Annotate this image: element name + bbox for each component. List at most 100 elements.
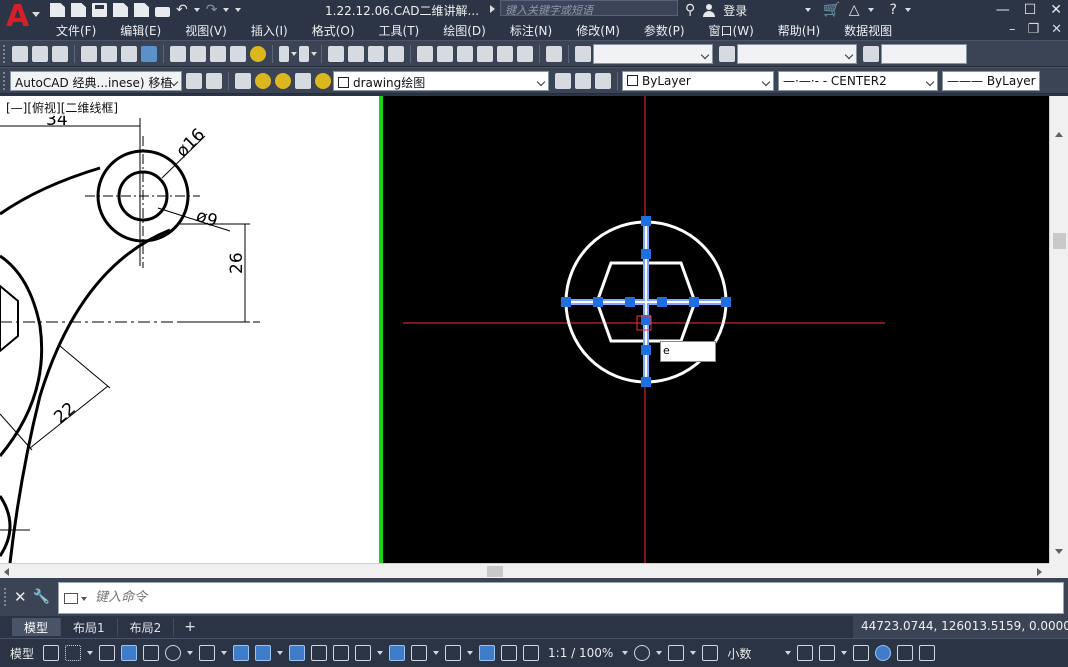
units-icon[interactable] <box>702 645 719 661</box>
scroll-up-icon[interactable] <box>1055 132 1063 137</box>
horizontal-scrollbar[interactable] <box>0 563 1049 578</box>
selection-filter-icon[interactable] <box>411 645 428 661</box>
help-icon[interactable] <box>546 45 562 62</box>
reference-drawing-panel[interactable]: 34 ø16 ø9 26 22 [—][俯视][二维线框] <box>0 96 379 563</box>
dim-style-combo[interactable] <box>737 43 857 64</box>
app-dropdown-icon[interactable] <box>867 8 874 12</box>
layer-combo[interactable]: drawing绘图 <box>333 70 549 91</box>
3d-osnap-icon[interactable] <box>355 645 372 661</box>
layer-thaw-sun-icon[interactable] <box>275 72 291 89</box>
close-icon[interactable]: ✕ <box>14 588 27 606</box>
sheet-set-icon[interactable] <box>477 45 493 62</box>
wrench-icon[interactable]: 🔧 <box>33 589 50 605</box>
menu-window[interactable]: 窗口(W) <box>697 22 766 39</box>
workspace-switching-gear-icon[interactable] <box>634 645 651 661</box>
grip-center-right[interactable] <box>657 297 667 307</box>
customize-qat-icon[interactable] <box>235 8 242 12</box>
copy-icon[interactable] <box>190 45 206 62</box>
binoculars-icon[interactable]: ⚲ <box>685 2 695 18</box>
linetype-combo[interactable]: —·—·- - CENTER2 <box>778 70 938 91</box>
close-icon[interactable]: ✕ <box>1050 2 1062 18</box>
undo-dropdown-icon[interactable] <box>291 51 297 56</box>
color-combo[interactable]: ByLayer <box>622 70 774 91</box>
paste-icon[interactable] <box>210 45 226 62</box>
doc-minimize-icon[interactable]: – <box>1009 22 1016 37</box>
paste-block-icon[interactable] <box>230 45 246 62</box>
text-style-icon[interactable] <box>575 45 591 62</box>
save-as-icon[interactable] <box>113 3 128 17</box>
polar-dropdown-icon[interactable] <box>187 651 194 655</box>
lock-dropdown-icon[interactable] <box>841 651 848 655</box>
help-dropdown-icon[interactable] <box>904 8 911 12</box>
add-layout-icon[interactable]: + <box>174 619 206 635</box>
isolate-objects-icon[interactable] <box>853 645 870 661</box>
gizmo-icon[interactable] <box>445 645 462 661</box>
quick-properties-icon[interactable] <box>797 645 814 661</box>
auto-scale-icon[interactable] <box>501 645 518 661</box>
hardware-acceleration-icon[interactable] <box>875 645 892 661</box>
maximize-icon[interactable]: ☐ <box>1024 2 1037 18</box>
viewport-controls-label[interactable]: [—][俯视][二维线框] <box>4 99 121 116</box>
layer-properties-icon[interactable] <box>235 72 251 89</box>
vertical-scroll-thumb[interactable] <box>1053 233 1066 249</box>
command-history-icon[interactable] <box>64 593 78 604</box>
grip-right-mid[interactable] <box>689 297 699 307</box>
command-history-dropdown-icon[interactable] <box>81 597 87 601</box>
annotation-scale-value[interactable]: 1:1 / 100% <box>542 646 619 660</box>
workspace-combo[interactable]: AutoCAD 经典...inese) 移植 <box>10 70 182 91</box>
osnap-dropdown-icon[interactable] <box>277 651 284 655</box>
menu-format[interactable]: 格式(O) <box>300 22 367 39</box>
cut-icon[interactable] <box>170 45 186 62</box>
snap-dropdown-icon[interactable] <box>87 651 94 655</box>
make-current-layer-icon[interactable] <box>555 72 571 89</box>
object-snap-tracking-icon[interactable] <box>233 645 250 661</box>
grid-icon[interactable] <box>43 645 60 661</box>
text-style-combo[interactable] <box>593 43 713 64</box>
workspace-settings-icon[interactable] <box>186 72 202 89</box>
undo-icon[interactable]: ↶ <box>176 2 188 18</box>
layer-previous-icon[interactable] <box>575 72 591 89</box>
undo-dropdown-icon[interactable] <box>193 8 200 12</box>
customization-menu-icon[interactable] <box>919 645 936 661</box>
command-grip[interactable] <box>4 588 8 606</box>
layer-on-bulb-icon[interactable] <box>255 72 271 89</box>
menu-view[interactable]: 视图(V) <box>173 22 239 39</box>
pan-icon[interactable] <box>328 45 344 62</box>
grip-left[interactable] <box>561 297 571 307</box>
zoom-window-icon[interactable] <box>368 45 384 62</box>
toolbar-grip[interactable] <box>3 71 7 90</box>
isodraft-dropdown-icon[interactable] <box>221 651 228 655</box>
redo-dropdown-icon[interactable] <box>223 8 230 12</box>
annotation-monitor-dropdown-icon[interactable] <box>690 651 697 655</box>
search-input[interactable]: 键入关键字或短语 <box>500 0 678 17</box>
grip-low[interactable] <box>641 345 651 355</box>
grip-upper[interactable] <box>641 249 651 259</box>
filter-dropdown-icon[interactable] <box>433 651 440 655</box>
cart-icon[interactable]: 🛒 <box>823 2 840 18</box>
dim-style-icon[interactable] <box>719 45 735 62</box>
redo-icon[interactable]: ↷ <box>206 2 218 18</box>
print-icon[interactable] <box>155 6 170 17</box>
ortho-icon[interactable] <box>143 645 160 661</box>
grip-left-mid[interactable] <box>593 297 603 307</box>
tool-palettes-icon[interactable] <box>457 45 473 62</box>
command-line[interactable] <box>58 582 1064 614</box>
transparency-icon[interactable] <box>311 645 328 661</box>
scroll-left-icon[interactable] <box>4 568 9 576</box>
snap-icon[interactable] <box>65 645 82 661</box>
annotation-scale-icon[interactable] <box>523 645 540 661</box>
zoom-previous-icon[interactable] <box>388 45 404 62</box>
3d-print-icon[interactable] <box>141 45 157 62</box>
selection-cycling-icon[interactable] <box>333 645 350 661</box>
gizmo-dropdown-icon[interactable] <box>467 651 474 655</box>
lineweight-icon[interactable] <box>289 645 306 661</box>
polar-tracking-icon[interactable] <box>165 645 182 661</box>
doc-close-icon[interactable]: ✕ <box>1051 22 1062 37</box>
doc-restore-icon[interactable]: ❐ <box>1027 22 1039 37</box>
login-button[interactable]: 登录 <box>723 2 747 19</box>
menu-help[interactable]: 帮助(H) <box>766 22 832 39</box>
lineweight-combo[interactable]: ——— ByLayer <box>942 70 1040 91</box>
redo-icon[interactable] <box>299 45 309 62</box>
plus-icon[interactable] <box>668 645 685 661</box>
calculator-icon[interactable] <box>517 45 533 62</box>
